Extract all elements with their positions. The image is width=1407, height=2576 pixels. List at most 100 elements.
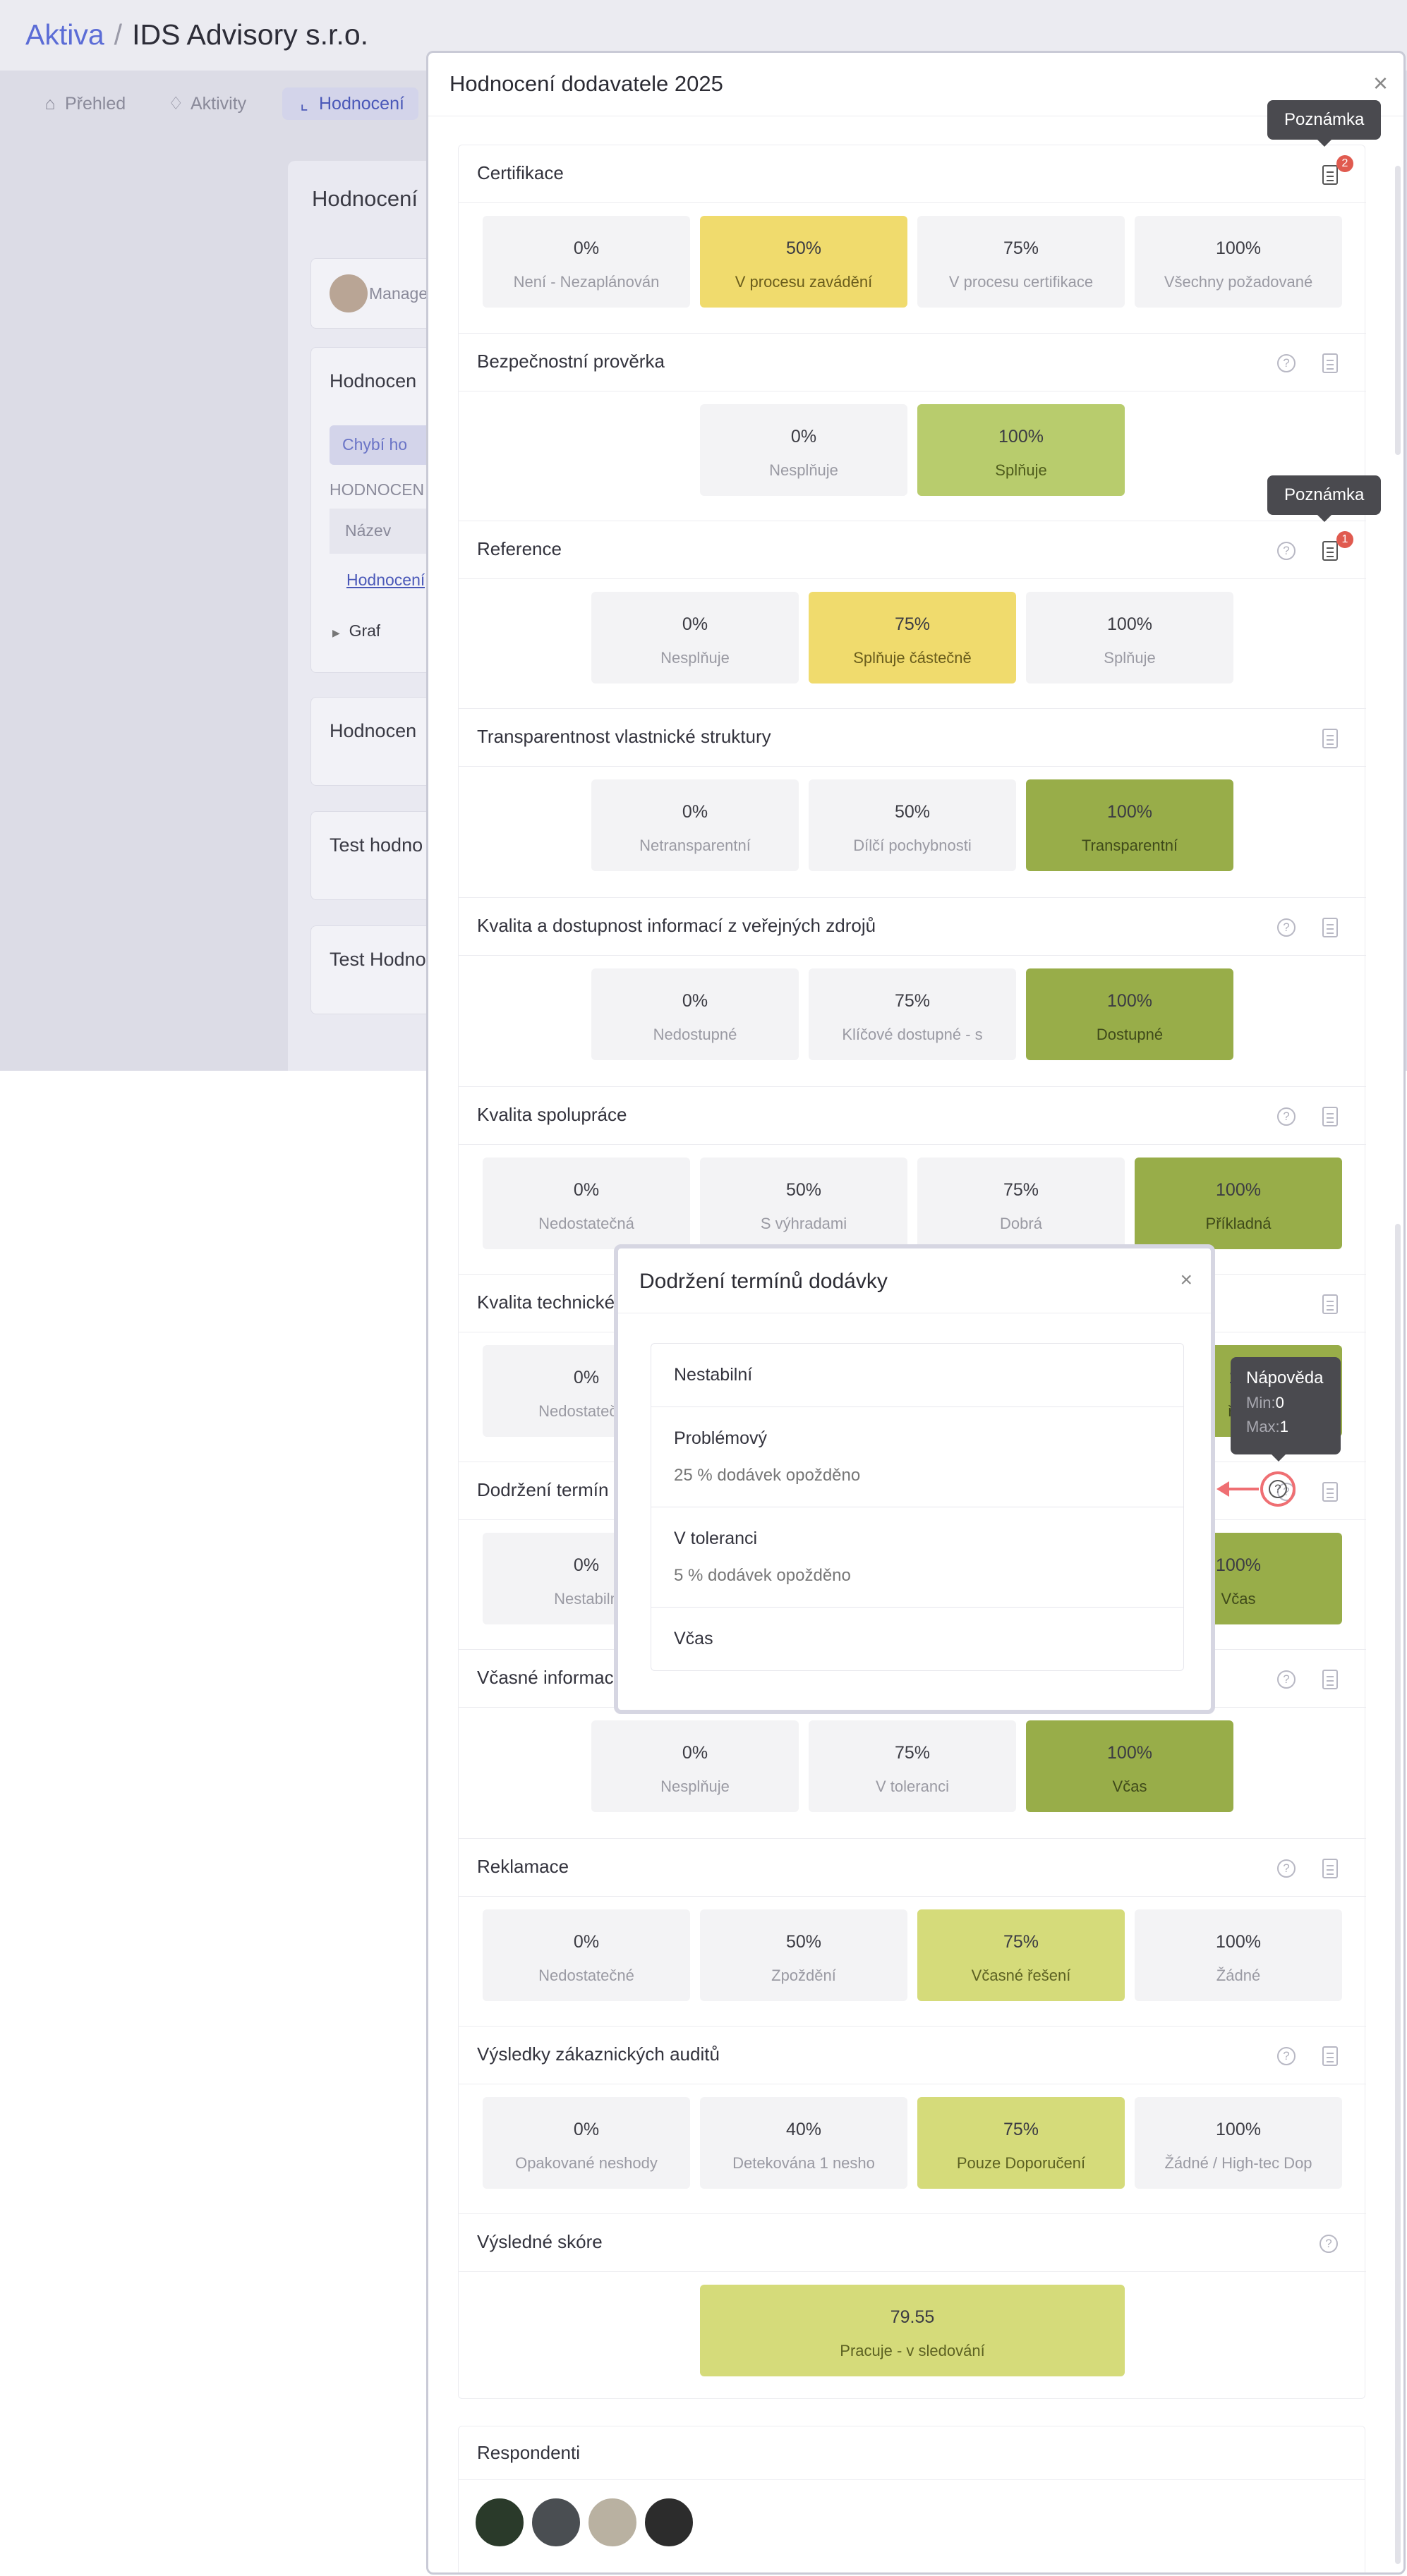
rating-option[interactable]: 0% Nesplňuje: [591, 1720, 799, 1812]
option-label: V procesu zavádění: [735, 273, 873, 291]
option-group: 0% Nedostupné 75% Klíčové dostupné - s 100% D…: [459, 968, 1366, 1060]
option-value: 100%: [1107, 1743, 1152, 1763]
rating-option[interactable]: 0% Nesplňuje: [700, 404, 907, 496]
help-icon[interactable]: ?: [1277, 1859, 1296, 1878]
rating-option[interactable]: 0% Nedostatečné: [483, 1909, 690, 2001]
option-value: 75%: [894, 614, 931, 634]
note-icon[interactable]: [1322, 1859, 1338, 1878]
rating-option[interactable]: 50% V procesu zavádění: [700, 216, 907, 308]
option-label: S výhradami: [760, 1215, 847, 1232]
note-icon[interactable]: [1322, 353, 1338, 373]
popover-item-title: Včas: [674, 1629, 713, 1648]
avatar[interactable]: [474, 2497, 525, 2548]
rating-option[interactable]: 75% Pouze Doporučení: [917, 2097, 1125, 2189]
rating-option[interactable]: 0% Není - Nezaplánován: [483, 216, 690, 308]
popover-list-item: Problémový 25 % dodávek opožděno: [651, 1407, 1183, 1507]
option-value: 50%: [785, 238, 822, 258]
help-icon[interactable]: ?: [1277, 1670, 1296, 1689]
rating-option[interactable]: 100% Dostupné: [1026, 968, 1233, 1060]
rating-option[interactable]: 100% Transparentní: [1026, 779, 1233, 871]
note-icon[interactable]: [1322, 918, 1338, 937]
section-header: Bezpečnostní prověrka?: [459, 334, 1366, 391]
card-title: Hodnocen: [330, 370, 417, 391]
rating-option[interactable]: 0% Netransparentní: [591, 779, 799, 871]
option-value: 50%: [785, 1180, 822, 1200]
rating-option[interactable]: 0% Nesplňuje: [591, 592, 799, 684]
help-highlight-ring[interactable]: ?: [1260, 1471, 1296, 1507]
option-label: Nedostatečná: [538, 1215, 634, 1232]
note-icon[interactable]: [1322, 1670, 1338, 1689]
rating-option[interactable]: 50% S výhradami: [700, 1158, 907, 1249]
option-value: 75%: [894, 1743, 931, 1763]
help-icon[interactable]: ?: [1277, 354, 1296, 372]
rating-option[interactable]: 79.55 Pracuje - v sledování: [700, 2285, 1125, 2376]
avatar[interactable]: [531, 2497, 581, 2548]
option-label: Splňuje: [1104, 649, 1156, 667]
rating-option[interactable]: 75% V procesu certifikace: [917, 216, 1125, 308]
note-icon[interactable]: [1322, 1107, 1338, 1126]
option-value: 0%: [573, 1932, 600, 1952]
tab-evaluation[interactable]: ⌞ Hodnocení: [282, 87, 418, 120]
rating-option[interactable]: 75% V toleranci: [809, 1720, 1016, 1812]
rating-option[interactable]: 75% Včasné řešení: [917, 1909, 1125, 2001]
note-icon[interactable]: [1322, 165, 1338, 185]
tab-overview[interactable]: ⌂ Přehled: [28, 87, 140, 120]
help-icon[interactable]: ?: [1277, 1107, 1296, 1126]
close-icon[interactable]: ×: [1373, 68, 1388, 98]
rating-option[interactable]: 40% Detekována 1 nesho: [700, 2097, 907, 2189]
option-label: Žádné / High-tec Dop: [1164, 2154, 1312, 2172]
rating-option[interactable]: 100% Splňuje: [1026, 592, 1233, 684]
rating-option[interactable]: 100% Žádné / High-tec Dop: [1135, 2097, 1342, 2189]
chart-icon: ⌞: [300, 94, 308, 114]
help-icon[interactable]: ?: [1277, 918, 1296, 937]
help-icon[interactable]: ?: [1320, 2235, 1338, 2253]
tab-label: Hodnocení: [319, 94, 404, 114]
card-title: Hodnocen: [330, 720, 417, 741]
close-icon[interactable]: ×: [1180, 1268, 1192, 1292]
tab-activities[interactable]: ♢ Aktivity: [154, 87, 260, 120]
scrollbar-thumb[interactable]: [1395, 166, 1401, 455]
rating-option[interactable]: 75% Splňuje částečně: [809, 592, 1016, 684]
rating-option[interactable]: 0% Nedostatečná: [483, 1158, 690, 1249]
note-icon[interactable]: [1322, 1482, 1338, 1502]
avatar[interactable]: [644, 2497, 694, 2548]
note-icon[interactable]: [1322, 1294, 1338, 1314]
evaluation-section: Kvalita a dostupnost informací z veřejný…: [459, 897, 1366, 1086]
help-icon[interactable]: ?: [1277, 2047, 1296, 2065]
popover-item-title: Problémový: [674, 1428, 767, 1448]
rating-option[interactable]: 100% Příkladná: [1135, 1158, 1342, 1249]
rating-option[interactable]: 100% Splňuje: [917, 404, 1125, 496]
rating-option[interactable]: 0% Nedostupné: [591, 968, 799, 1060]
option-value: 75%: [1003, 1932, 1039, 1952]
breadcrumb-root-link[interactable]: Aktiva: [25, 18, 104, 51]
rating-option[interactable]: 50% Zpoždění: [700, 1909, 907, 2001]
help-icon[interactable]: ?: [1277, 542, 1296, 560]
note-icon[interactable]: [1322, 2046, 1338, 2066]
card-title: Test hodno: [330, 834, 423, 856]
note-icon[interactable]: [1322, 541, 1338, 561]
rating-option[interactable]: 50% Dílčí pochybnosti: [809, 779, 1016, 871]
option-label: Pouze Doporučení: [956, 2154, 1086, 2172]
option-value: 100%: [1216, 2120, 1261, 2139]
section-title: Výsledky zákaznických auditů: [477, 2043, 720, 2065]
option-label: Splňuje částečně: [853, 649, 972, 667]
rating-option[interactable]: 100% Včas: [1026, 1720, 1233, 1812]
option-value: 0%: [573, 238, 600, 258]
option-value: 100%: [1107, 991, 1152, 1011]
rating-option[interactable]: 75% Klíčové dostupné - s: [809, 968, 1016, 1060]
note-count-badge: 1: [1336, 531, 1353, 548]
option-value: 100%: [998, 427, 1044, 446]
graph-toggle[interactable]: ▶ Graf: [332, 621, 380, 640]
option-value: 75%: [1003, 238, 1039, 258]
option-label: Nesplňuje: [660, 1778, 730, 1795]
rating-option[interactable]: 75% Dobrá: [917, 1158, 1125, 1249]
scrollbar-thumb[interactable]: [1395, 1224, 1401, 2564]
avatar[interactable]: [587, 2497, 638, 2548]
rating-option[interactable]: 100% Žádné: [1135, 1909, 1342, 2001]
rating-option[interactable]: 100% Všechny požadované: [1135, 216, 1342, 308]
rating-option[interactable]: 0% Opakované neshody: [483, 2097, 690, 2189]
min-label: Min:: [1246, 1394, 1276, 1411]
option-value: 75%: [1003, 1180, 1039, 1200]
table-link[interactable]: Hodnocení: [346, 571, 425, 590]
note-icon[interactable]: [1322, 729, 1338, 748]
